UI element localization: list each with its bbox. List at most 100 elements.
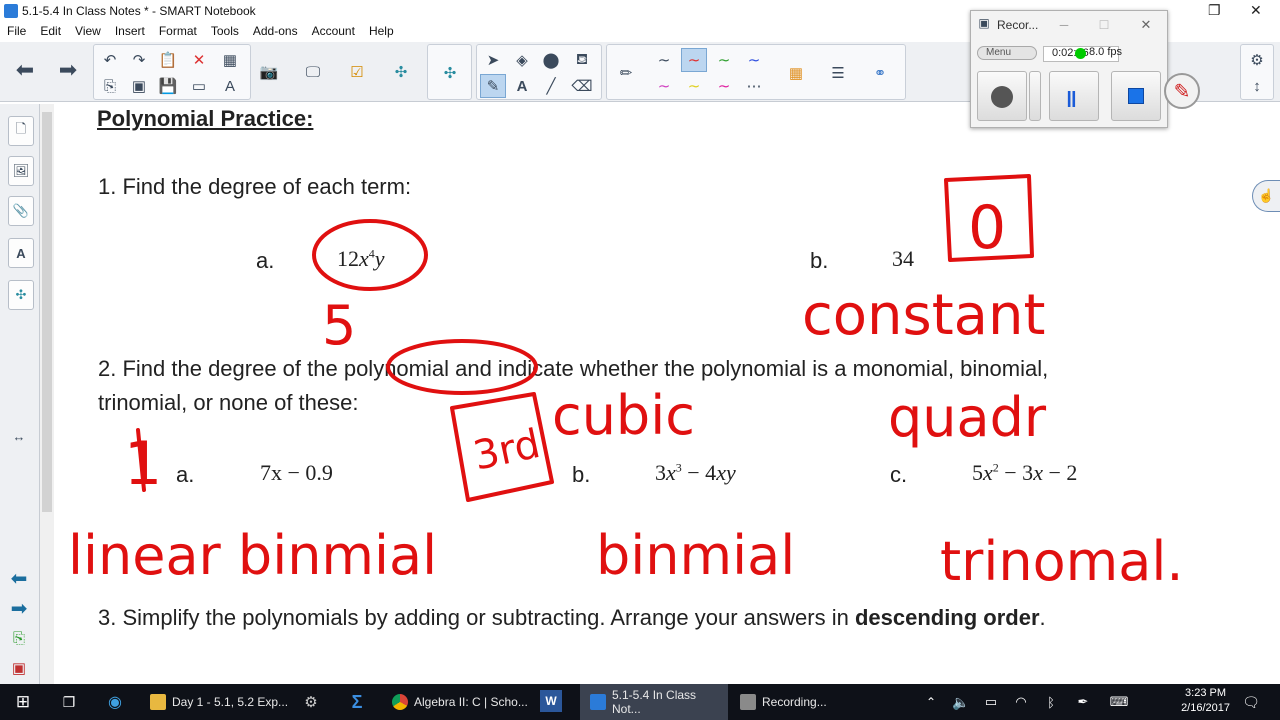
gallery-icon[interactable]: 🖼 [8, 156, 34, 186]
pen-dashed-icon[interactable]: ⋯ [741, 74, 767, 98]
pause-button[interactable]: ‖ [1049, 71, 1099, 121]
previous-page-icon[interactable]: ⬅ [12, 57, 38, 82]
document-camera-icon[interactable]: 🖵 [300, 60, 326, 84]
wifi-icon[interactable]: ◠ [1008, 690, 1034, 714]
recorder-title: Recor... [997, 18, 1039, 32]
pen-pink-icon[interactable]: ∼ [651, 74, 677, 98]
addons-tab-icon[interactable]: ✣ [8, 280, 34, 310]
shapes-icon[interactable]: ◈ [509, 48, 535, 72]
gear-icon[interactable]: ⚙ [1244, 48, 1270, 72]
table-icon[interactable]: ▦ [217, 48, 243, 72]
page-heading: Polynomial Practice: [97, 106, 314, 131]
word-icon[interactable]: W [540, 690, 562, 712]
recorder-close-icon[interactable]: ✕ [1133, 13, 1159, 37]
forward-arrow-icon[interactable]: ➡ [6, 596, 32, 620]
undo-icon[interactable]: ↶ [97, 48, 123, 72]
delete-page-side-icon[interactable]: ▣ [6, 656, 32, 680]
notifications-icon[interactable]: 🗨 [1238, 690, 1264, 714]
menu-file[interactable]: File [0, 22, 33, 38]
volume-icon[interactable]: 🔈 [948, 690, 974, 714]
menu-view[interactable]: View [68, 22, 108, 38]
next-page-icon[interactable]: ➡ [55, 57, 81, 82]
screen-shade-icon[interactable]: ▭ [186, 74, 212, 98]
system-clock[interactable]: 3:23 PM 2/16/2017 [1181, 686, 1230, 716]
floating-pen-icon[interactable]: ✎ [1164, 73, 1200, 109]
properties-icon[interactable]: ⚭ [867, 61, 893, 85]
menu-addons[interactable]: Add-ons [246, 22, 305, 38]
addons-icon[interactable]: ✣ [388, 60, 414, 84]
show-hidden-icons-icon[interactable]: ⌃ [918, 690, 944, 714]
pen-workspace-icon[interactable]: ✒ [1070, 690, 1096, 714]
pen-yellow-icon[interactable]: ∼ [681, 74, 707, 98]
pen-green-icon[interactable]: ∼ [711, 48, 737, 72]
pen-icon[interactable]: ✏ [613, 61, 639, 85]
close-icon[interactable]: ✕ [1250, 2, 1262, 19]
save-icon[interactable]: 💾 [155, 74, 181, 98]
lesson-activity-icon[interactable]: ✣ [437, 61, 463, 85]
pens-icon[interactable]: ✎ [480, 74, 506, 98]
keyboard-icon[interactable]: ⌨ [1106, 690, 1132, 714]
recorder-menu-button[interactable]: Menu [977, 46, 1037, 60]
response-icon[interactable]: ☑ [344, 60, 370, 84]
taskbar-item-recording[interactable]: Recording... [730, 684, 880, 720]
q2c-expression: 5x2 − 3x − 2 [972, 460, 1078, 485]
line-style-icon[interactable]: ☰ [825, 61, 851, 85]
move-toolbar-icon[interactable]: ↕ [1244, 74, 1270, 98]
recorder-minimize-icon[interactable]: ─ [1051, 13, 1077, 37]
menu-tools[interactable]: Tools [204, 22, 246, 38]
eraser-icon[interactable]: ⌫ [569, 74, 595, 98]
resize-handle-icon[interactable]: ↔ [6, 424, 32, 448]
delete-icon[interactable]: ✕ [186, 48, 212, 72]
taskbar-item-chrome[interactable]: Algebra II: C | Scho... [382, 684, 530, 720]
settings-people-icon[interactable]: ⚙ [298, 690, 324, 714]
back-arrow-icon[interactable]: ⬅ [6, 566, 32, 590]
fill-icon[interactable]: ⬤ [538, 48, 564, 72]
select-icon[interactable]: ➤ [480, 48, 506, 72]
question-3-text: 3. Simplify the polynomials by adding or… [98, 605, 855, 630]
page-sorter-icon[interactable]: 🗋 [8, 116, 34, 146]
menu-account[interactable]: Account [305, 22, 362, 38]
stop-icon [1128, 88, 1144, 104]
delete-page-icon[interactable]: ▣ [126, 74, 152, 98]
record-options-button[interactable] [1029, 71, 1041, 121]
add-page-side-icon[interactable]: ⎘ [6, 626, 32, 650]
paste-icon[interactable]: 📋 [155, 48, 181, 72]
vertical-scrollbar[interactable] [40, 104, 54, 684]
pen-blue-icon[interactable]: ∼ [741, 48, 767, 72]
redo-icon[interactable]: ↷ [126, 48, 152, 72]
sigma-app-icon[interactable]: Σ [344, 690, 370, 714]
page-hand-icon[interactable]: ☝ [1252, 180, 1280, 212]
smart-notebook-icon [4, 4, 18, 18]
ink-q1b-note: constant [802, 283, 1045, 348]
smart-ink-icon[interactable]: ◉ [102, 690, 128, 714]
attachments-icon[interactable]: 📎 [8, 196, 34, 226]
question-2-line-1: 2. Find the degree of the polynomial and… [98, 356, 1049, 381]
start-icon[interactable]: ⊞ [10, 690, 36, 714]
battery-icon[interactable]: ▭ [978, 690, 1004, 714]
recorder-maximize-icon[interactable]: ☐ [1091, 13, 1117, 37]
properties-tab-icon[interactable]: A [8, 238, 34, 268]
taskbar-item-day1[interactable]: Day 1 - 5.1, 5.2 Exp... [138, 684, 290, 720]
text-size-icon[interactable]: A [217, 74, 243, 98]
restore-icon[interactable]: ❐ [1208, 2, 1221, 19]
scrollbar-thumb[interactable] [42, 112, 52, 512]
menu-insert[interactable]: Insert [108, 22, 152, 38]
pen-black-icon[interactable]: ∼ [651, 48, 677, 72]
bluetooth-icon[interactable]: ᛒ [1038, 690, 1064, 714]
menu-edit[interactable]: Edit [33, 22, 68, 38]
text-tool-icon[interactable]: A [509, 74, 535, 98]
add-page-icon[interactable]: ⎘ [97, 74, 123, 98]
menu-format[interactable]: Format [152, 22, 204, 38]
stop-button[interactable] [1111, 71, 1161, 121]
line-icon[interactable]: ╱ [538, 74, 564, 98]
record-button[interactable] [977, 71, 1027, 121]
notebook-page[interactable]: Polynomial Practice: 1. Find the degree … [54, 104, 1280, 684]
pen-magenta-icon[interactable]: ∼ [711, 74, 737, 98]
camera-icon[interactable]: 📷 [256, 60, 282, 84]
taskbar-item-smart[interactable]: 5.1-5.4 In Class Not... [580, 684, 728, 720]
task-view-icon[interactable]: ❐ [56, 690, 82, 714]
paint-bucket-icon[interactable]: ⛾ [569, 48, 595, 72]
pen-red-icon[interactable]: ∼ [681, 48, 707, 72]
menu-help[interactable]: Help [362, 22, 401, 38]
color-palette-icon[interactable]: ▦ [783, 61, 809, 85]
